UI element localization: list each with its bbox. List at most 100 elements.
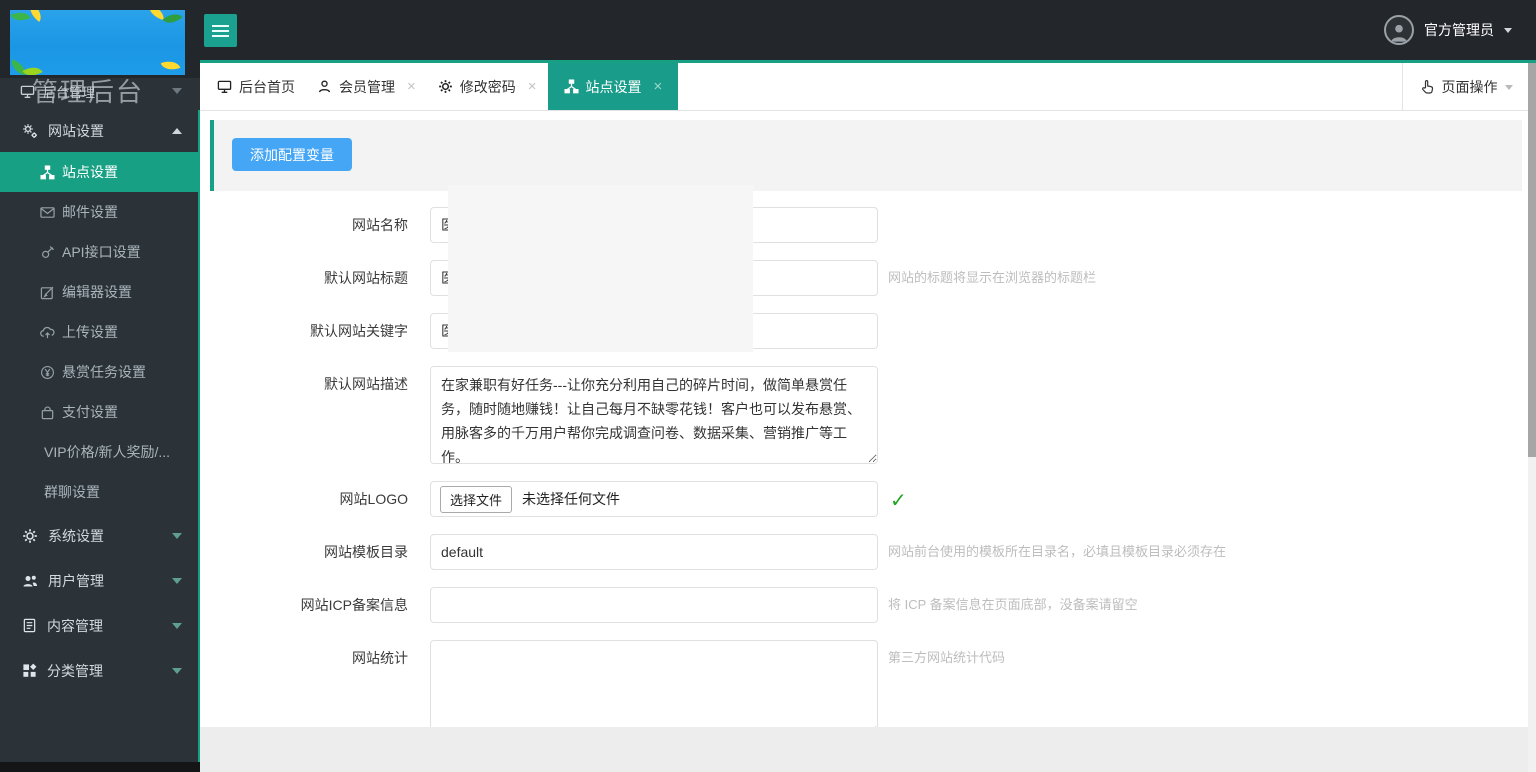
field-label: 网站统计: [200, 640, 408, 676]
sidebar-item-vip-price[interactable]: VIP价格/新人奖励/...: [0, 432, 200, 472]
sidebar-group-user-management[interactable]: 用户管理: [0, 558, 200, 603]
gears-icon: [22, 123, 38, 139]
gear-icon: [438, 79, 453, 94]
bottom-left-strip: [0, 762, 200, 772]
gear-icon: [22, 528, 38, 544]
sidebar-group-website-settings[interactable]: 网站设置: [0, 110, 200, 152]
sidebar-item-label: 编辑器设置: [62, 282, 132, 302]
sitemap-icon: [40, 165, 55, 180]
no-file-text: 未选择任何文件: [522, 489, 620, 509]
choose-file-button[interactable]: 选择文件: [440, 486, 512, 513]
sidebar-group-label: 网站设置: [48, 121, 104, 141]
field-hint: 网站的标题将显示在浏览器的标题栏: [888, 260, 1096, 296]
sitemap-icon: [564, 79, 579, 94]
sidebar-group-content-management[interactable]: 内容管理: [0, 603, 200, 648]
sidebar-item-mail-settings[interactable]: 邮件设置: [0, 192, 200, 232]
sidebar-header-backend-admin[interactable]: 后台管理: [0, 78, 200, 104]
sidebar-item-site-settings[interactable]: 站点设置: [0, 152, 200, 192]
users-icon: [22, 573, 38, 589]
toolbar-band: [210, 120, 1522, 191]
sidebar-item-payment-settings[interactable]: 支付设置: [0, 392, 200, 432]
sidebar-group-label: 系统设置: [48, 526, 104, 546]
user-name: 官方管理员: [1424, 20, 1494, 40]
sidebar-group-category-management[interactable]: 分类管理: [0, 648, 200, 693]
tab-home[interactable]: 后台首页: [206, 63, 306, 110]
user-menu[interactable]: 官方管理员: [1384, 0, 1512, 60]
tab-site-settings[interactable]: 站点设置 ×: [548, 63, 679, 110]
sidebar-group-label: 分类管理: [47, 661, 103, 681]
field-label: 网站模板目录: [200, 534, 408, 570]
check-icon: ✓: [890, 488, 907, 513]
main-content: 添加配置变量 网站名称 默认网站标题 网站的标题将显示在浏览器的标题栏 默认网站…: [200, 111, 1528, 772]
sidebar: 管理后台 后台管理 网站设置: [0, 0, 200, 762]
grid-icon: [22, 663, 37, 678]
add-config-variable-button[interactable]: 添加配置变量: [232, 138, 352, 171]
chevron-down-icon: [172, 668, 182, 674]
field-label: 默认网站标题: [200, 260, 408, 296]
person-icon: [317, 79, 332, 94]
sidebar-item-api-settings[interactable]: API接口设置: [0, 232, 200, 272]
field-label: 网站名称: [200, 207, 408, 243]
close-icon[interactable]: ×: [407, 78, 416, 95]
sidebar-item-label: 站点设置: [62, 162, 118, 182]
mail-icon: [40, 205, 55, 220]
cloud-upload-icon: [40, 325, 55, 340]
sidebar-item-group-chat-settings[interactable]: 群聊设置: [0, 472, 200, 512]
edit-icon: [40, 285, 55, 300]
redaction-overlay: [448, 185, 753, 352]
close-icon[interactable]: ×: [654, 78, 663, 95]
field-hint: 第三方网站统计代码: [888, 640, 1005, 676]
field-label: 网站LOGO: [200, 481, 408, 517]
tab-change-password[interactable]: 修改密码 ×: [427, 63, 548, 110]
sidebar-header-label: 后台管理: [43, 82, 95, 101]
document-icon: [22, 618, 37, 633]
field-label: 默认网站描述: [200, 366, 408, 402]
hamburger-menu-button[interactable]: [204, 14, 237, 47]
tab-label: 修改密码: [460, 77, 516, 97]
logo-area: [0, 0, 200, 78]
sidebar-item-label: 群聊设置: [44, 482, 100, 502]
monitor-icon: [20, 84, 35, 99]
tab-label: 会员管理: [339, 77, 395, 97]
sidebar-item-label: VIP价格/新人奖励/...: [44, 442, 170, 462]
avatar: [1384, 15, 1414, 45]
sidebar-group-label: 内容管理: [47, 616, 103, 636]
logo-file-input[interactable]: 选择文件 未选择任何文件: [430, 481, 878, 517]
site-description-textarea[interactable]: [430, 366, 878, 464]
tabbar: 后台首页 会员管理 × 修改密码 × 站点设置 ×: [200, 63, 1528, 111]
page-actions-dropdown[interactable]: 页面操作: [1402, 63, 1528, 111]
template-dir-input[interactable]: [430, 534, 878, 570]
hand-pointer-icon: [1419, 79, 1435, 95]
tab-members[interactable]: 会员管理 ×: [306, 63, 427, 110]
chevron-down-icon: [172, 533, 182, 539]
sidebar-item-label: 悬赏任务设置: [62, 362, 146, 382]
field-label: 默认网站关键字: [200, 313, 408, 349]
stats-textarea[interactable]: [430, 640, 878, 736]
tab-label: 后台首页: [239, 77, 295, 97]
plug-icon: [40, 245, 55, 260]
chevron-down-icon: [1505, 85, 1513, 90]
chevron-down-icon: [172, 623, 182, 629]
sidebar-item-upload-settings[interactable]: 上传设置: [0, 312, 200, 352]
scrollbar[interactable]: [1528, 63, 1536, 772]
tab-label: 站点设置: [586, 77, 642, 97]
page-actions-label: 页面操作: [1442, 77, 1498, 97]
sidebar-item-editor-settings[interactable]: 编辑器设置: [0, 272, 200, 312]
sidebar-item-label: 支付设置: [62, 402, 118, 422]
field-label: 网站ICP备案信息: [200, 587, 408, 623]
sidebar-item-reward-task-settings[interactable]: 悬赏任务设置: [0, 352, 200, 392]
field-hint: 将 ICP 备案信息在页面底部，没备案请留空: [888, 587, 1138, 623]
close-icon[interactable]: ×: [528, 78, 537, 95]
monitor-icon: [217, 79, 232, 94]
scrollbar-thumb[interactable]: [1528, 63, 1536, 457]
wallet-icon: [40, 405, 55, 420]
sidebar-group-system-settings[interactable]: 系统设置: [0, 513, 200, 558]
yen-circle-icon: [40, 365, 55, 380]
chevron-down-icon: [1504, 28, 1512, 33]
sidebar-item-label: 邮件设置: [62, 202, 118, 222]
chevron-down-icon: [172, 578, 182, 584]
icp-input[interactable]: [430, 587, 878, 623]
logo-image: [10, 10, 185, 75]
topbar: 官方管理员: [200, 0, 1536, 60]
chevron-up-icon: [172, 128, 182, 134]
